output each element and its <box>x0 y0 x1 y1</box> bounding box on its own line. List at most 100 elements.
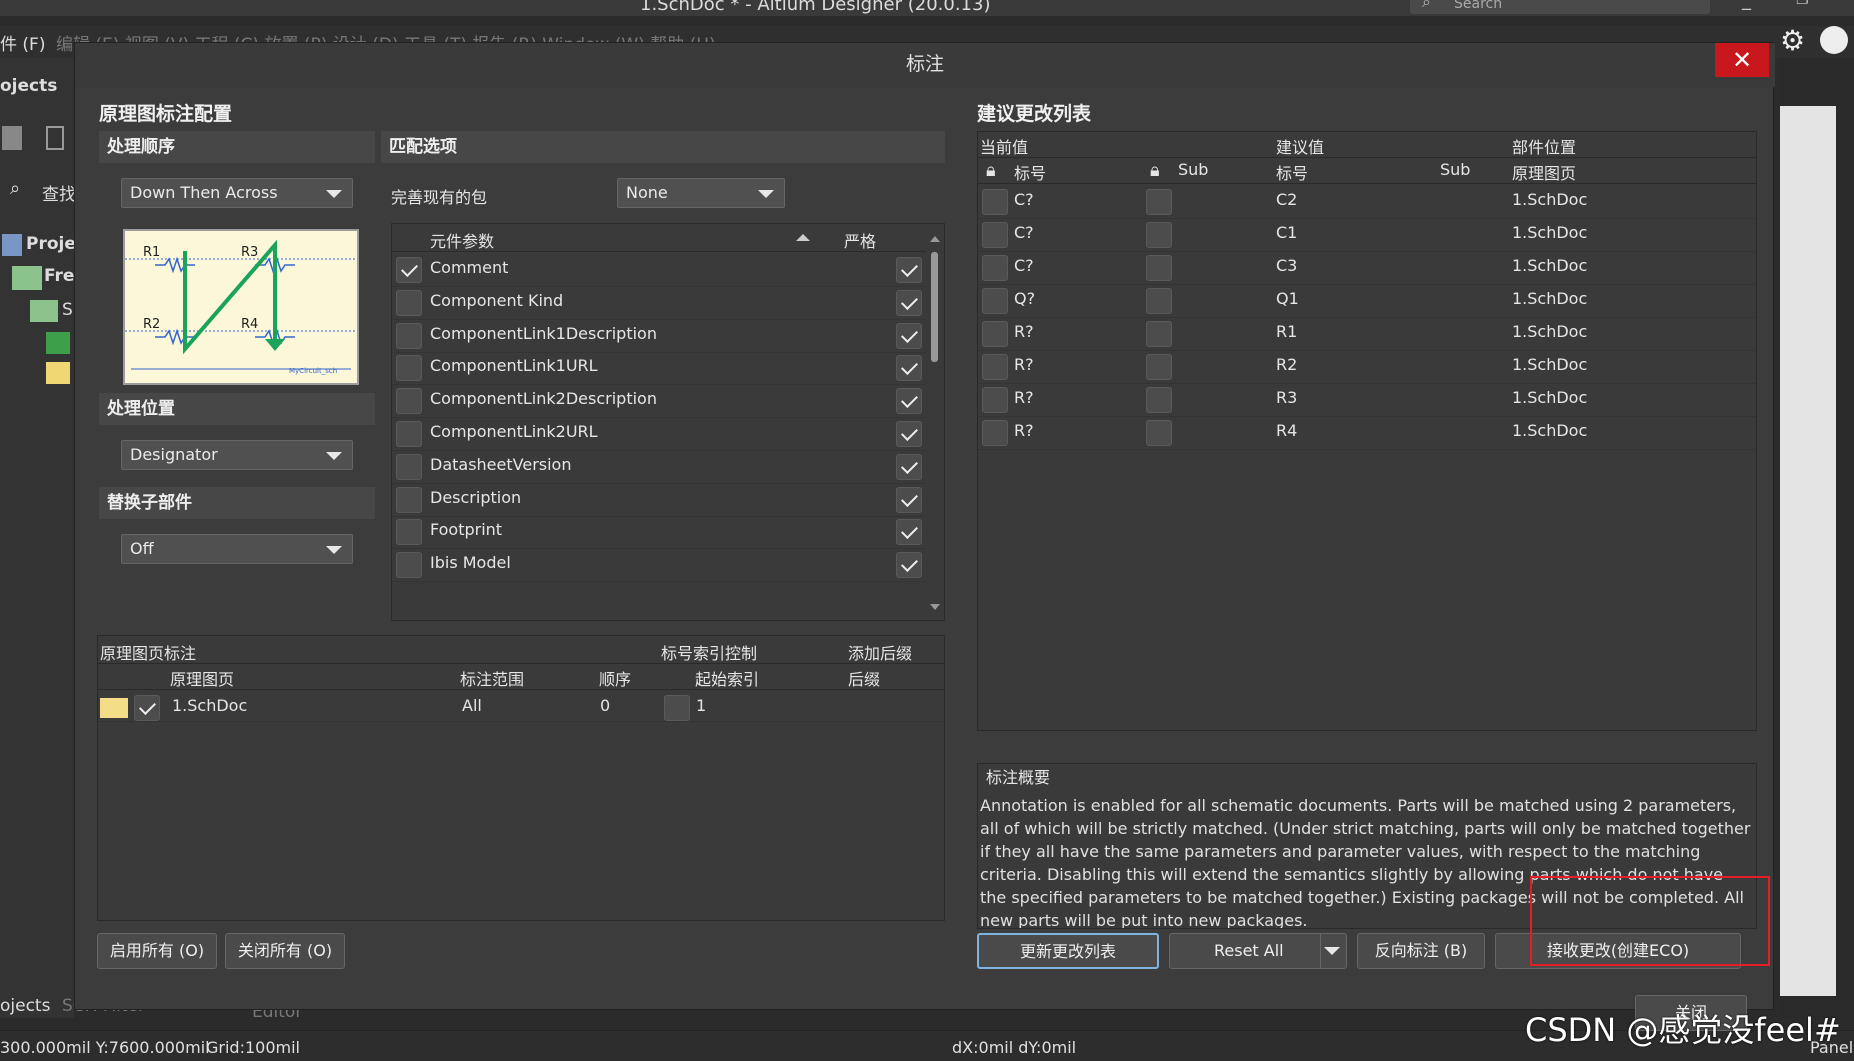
strict-checkbox[interactable] <box>896 355 922 382</box>
tab-projects[interactable]: ojects <box>0 996 50 1016</box>
scroll-up-icon[interactable] <box>930 236 940 242</box>
col-suffix[interactable]: 后缀 <box>848 666 880 690</box>
param-row[interactable]: ComponentLink1Description <box>392 320 926 353</box>
lock-designator-checkbox[interactable] <box>982 189 1008 215</box>
lock-designator-checkbox[interactable] <box>982 387 1008 413</box>
reset-all-button[interactable]: Reset All <box>1169 933 1347 969</box>
change-row[interactable]: C? C1 1.SchDoc <box>978 219 1756 252</box>
sheet-enable-checkbox[interactable] <box>134 695 160 721</box>
user-icon[interactable] <box>1820 26 1848 54</box>
lock-sub-checkbox[interactable] <box>1146 387 1172 413</box>
param-checkbox[interactable] <box>396 355 422 382</box>
sheet-start-index[interactable]: 1 <box>696 696 706 715</box>
group-sheet: 原理图页标注 <box>100 644 197 663</box>
sheet-order[interactable]: 0 <box>600 696 610 715</box>
replace-dropdown[interactable]: Off <box>121 534 353 564</box>
param-checkbox[interactable] <box>396 322 422 349</box>
param-row[interactable]: ComponentLink2URL <box>392 418 926 451</box>
back-annotate-button[interactable]: 反向标注 (B) <box>1357 933 1485 969</box>
strict-checkbox[interactable] <box>896 519 922 546</box>
lock-sub-checkbox[interactable] <box>1146 420 1172 446</box>
col-scope[interactable]: 标注范围 <box>460 666 524 690</box>
param-row[interactable]: Component Kind <box>392 287 926 320</box>
scroll-thumb[interactable] <box>931 252 938 362</box>
change-row[interactable]: Q? Q1 1.SchDoc <box>978 285 1756 318</box>
minimize-icon[interactable]: _ <box>1742 0 1751 11</box>
complete-packages-dropdown[interactable]: None <box>617 178 785 208</box>
param-checkbox[interactable] <box>396 552 422 579</box>
col-order[interactable]: 顺序 <box>599 666 631 690</box>
strict-checkbox[interactable] <box>896 453 922 480</box>
start-index-checkbox[interactable] <box>664 695 690 721</box>
params-scrollbar[interactable] <box>926 224 944 620</box>
param-checkbox[interactable] <box>396 289 422 316</box>
lock-sub-checkbox[interactable] <box>1146 288 1172 314</box>
lock-designator-checkbox[interactable] <box>982 222 1008 248</box>
strict-checkbox[interactable] <box>896 322 922 349</box>
lock-sub-checkbox[interactable] <box>1146 354 1172 380</box>
col-sheet-location[interactable]: 原理图页 <box>1512 160 1576 184</box>
change-row[interactable]: R? R4 1.SchDoc <box>978 417 1756 450</box>
close-icon[interactable]: ✕ <box>1715 43 1769 77</box>
change-row[interactable]: C? C3 1.SchDoc <box>978 252 1756 285</box>
strict-checkbox[interactable] <box>896 388 922 415</box>
param-checkbox[interactable] <box>396 486 422 513</box>
lock-sub-checkbox[interactable] <box>1146 222 1172 248</box>
chevron-down-icon[interactable] <box>1320 934 1346 968</box>
col-strict[interactable]: 严格 <box>844 228 876 252</box>
col-designator[interactable]: 标号 <box>1014 160 1046 184</box>
param-checkbox[interactable] <box>396 388 422 415</box>
param-checkbox[interactable] <box>396 519 422 546</box>
lock-sub-checkbox[interactable] <box>1146 189 1172 215</box>
lock-designator-checkbox[interactable] <box>982 321 1008 347</box>
param-row[interactable]: Ibis Model <box>392 549 926 583</box>
param-name: Comment <box>430 258 509 277</box>
change-row[interactable]: C? C2 1.SchDoc <box>978 186 1756 219</box>
disable-all-button[interactable]: 关闭所有 (O) <box>225 933 345 969</box>
project-s[interactable]: S <box>62 300 73 320</box>
param-row[interactable]: DatasheetVersion <box>392 451 926 484</box>
param-checkbox[interactable] <box>396 453 422 480</box>
enable-all-button[interactable]: 启用所有 (O) <box>97 933 217 969</box>
lock-designator-checkbox[interactable] <box>982 255 1008 281</box>
col-proposed-designator[interactable]: 标号 <box>1276 160 1308 184</box>
lock-sub-checkbox[interactable] <box>1146 255 1172 281</box>
col-proposed-sub[interactable]: Sub <box>1440 160 1470 179</box>
change-row[interactable]: R? R3 1.SchDoc <box>978 384 1756 417</box>
lock-sub-checkbox[interactable] <box>1146 321 1172 347</box>
change-row[interactable]: R? R2 1.SchDoc <box>978 351 1756 384</box>
update-changes-button[interactable]: 更新更改列表 <box>977 933 1159 969</box>
lock-designator-checkbox[interactable] <box>982 288 1008 314</box>
param-row[interactable]: Description <box>392 484 926 517</box>
strict-checkbox[interactable] <box>896 552 922 579</box>
sheet-scope[interactable]: All <box>462 696 482 715</box>
col-param[interactable]: 元件参数 <box>430 228 494 252</box>
search-input[interactable]: Search <box>1410 0 1710 14</box>
menu-file[interactable]: 件 (F) <box>0 30 45 55</box>
param-row[interactable]: Comment <box>392 254 926 287</box>
copy-icon[interactable] <box>46 126 64 150</box>
strict-checkbox[interactable] <box>896 486 922 513</box>
col-start[interactable]: 起始索引 <box>695 666 759 690</box>
settings-icon[interactable]: ⚙ <box>1780 24 1805 57</box>
param-row[interactable]: ComponentLink1URL <box>392 352 926 386</box>
param-row[interactable]: Footprint <box>392 516 926 550</box>
strict-checkbox[interactable] <box>896 289 922 316</box>
save-icon[interactable] <box>2 126 22 150</box>
sheet-row[interactable]: 1.SchDoc All 0 1 <box>98 692 944 722</box>
order-dropdown[interactable]: Down Then Across <box>121 178 353 208</box>
strict-checkbox[interactable] <box>896 257 922 283</box>
param-checkbox[interactable] <box>396 257 422 283</box>
col-sub[interactable]: Sub <box>1178 160 1208 179</box>
find-label[interactable]: 查找 <box>42 180 76 205</box>
param-row[interactable]: ComponentLink2Description <box>392 385 926 419</box>
restore-icon[interactable]: ❐ <box>1796 0 1809 8</box>
change-row[interactable]: R? R1 1.SchDoc <box>978 318 1756 351</box>
lock-designator-checkbox[interactable] <box>982 354 1008 380</box>
position-dropdown[interactable]: Designator <box>121 440 353 470</box>
strict-checkbox[interactable] <box>896 421 922 447</box>
lock-designator-checkbox[interactable] <box>982 420 1008 446</box>
col-sheet[interactable]: 原理图页 <box>170 666 234 690</box>
param-checkbox[interactable] <box>396 421 422 447</box>
scroll-down-icon[interactable] <box>930 604 940 610</box>
